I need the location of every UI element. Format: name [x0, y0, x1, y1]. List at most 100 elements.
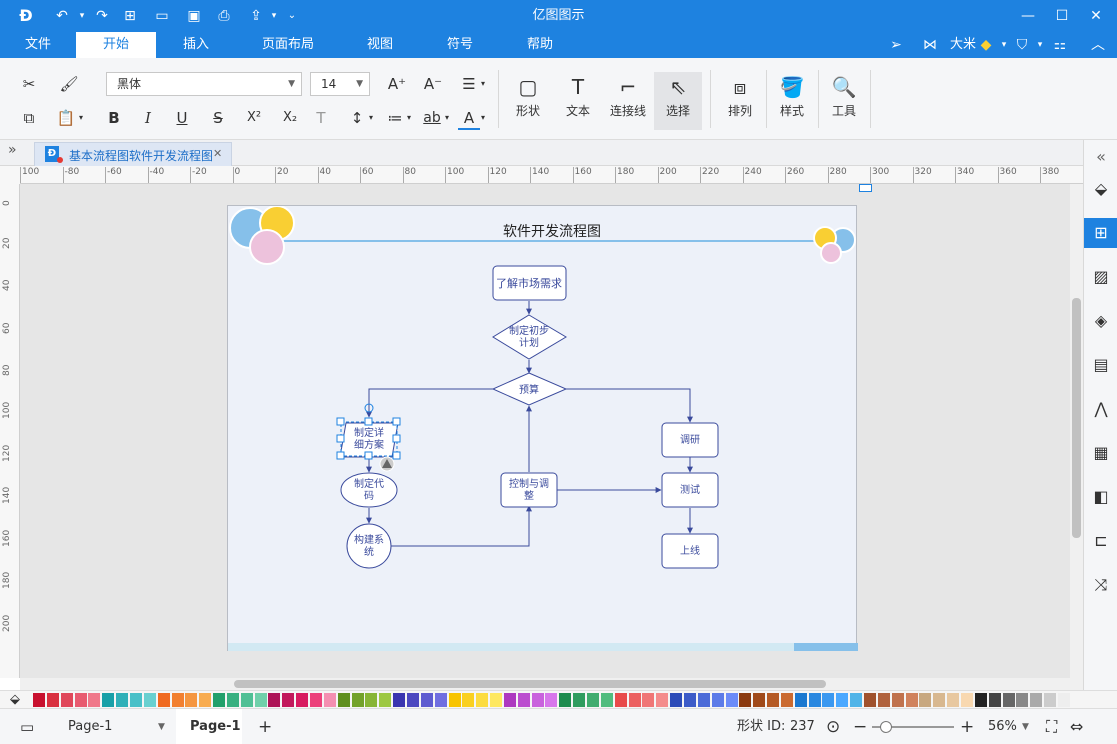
color-swatch[interactable]: [351, 693, 364, 707]
zoom-slider-thumb[interactable]: [880, 721, 892, 733]
color-swatch[interactable]: [947, 693, 960, 707]
apps-icon[interactable]: ⚏: [1050, 35, 1070, 55]
zoom-level[interactable]: 56%: [988, 709, 1017, 744]
color-swatch[interactable]: [919, 693, 932, 707]
color-swatch[interactable]: [199, 693, 212, 707]
skin-dropdown-icon[interactable]: ▾: [1030, 35, 1050, 55]
color-swatch[interactable]: [642, 693, 655, 707]
open-icon[interactable]: ▭: [152, 6, 172, 26]
color-swatch[interactable]: [46, 693, 59, 707]
color-swatch[interactable]: [310, 693, 322, 707]
paste-dropdown-icon[interactable]: ▾: [76, 108, 86, 128]
new-icon[interactable]: ⊞: [120, 6, 140, 26]
skin-icon[interactable]: ⛉: [1012, 35, 1032, 55]
fit-width-icon[interactable]: ⇔: [1070, 709, 1083, 744]
print-icon[interactable]: ⎙: [214, 6, 234, 26]
redo-icon[interactable]: ↷: [92, 6, 112, 26]
horizontal-scrollbar[interactable]: [20, 678, 1083, 690]
color-swatch[interactable]: [545, 693, 558, 707]
color-swatch[interactable]: [476, 693, 489, 707]
align-icon[interactable]: ☰: [458, 74, 480, 94]
diagram-page[interactable]: 软件开发流程图 了解市场需求 制定初步 计划 预算 制定详 细方案 制定代 码 …: [227, 205, 858, 651]
color-swatch[interactable]: [600, 693, 613, 707]
fill-icon[interactable]: ⬙: [1084, 174, 1117, 204]
page-resize-handle[interactable]: [859, 184, 872, 192]
color-swatch[interactable]: [379, 693, 392, 707]
strikethrough-button[interactable]: S: [208, 108, 228, 128]
zoom-out-button[interactable]: −: [853, 709, 867, 744]
page-select[interactable]: Page-1: [68, 709, 112, 744]
color-swatch[interactable]: [420, 693, 433, 707]
line-spacing-icon[interactable]: ↕: [346, 108, 368, 128]
color-swatch[interactable]: [1016, 693, 1029, 707]
color-swatch[interactable]: [254, 693, 267, 707]
color-swatch[interactable]: [462, 693, 475, 707]
color-swatch[interactable]: [587, 693, 599, 707]
superscript-button[interactable]: X²: [240, 108, 268, 128]
play-icon[interactable]: ⊙: [826, 709, 840, 744]
color-swatch[interactable]: [406, 693, 419, 707]
tools-button[interactable]: 🔍 工具: [820, 72, 868, 130]
color-swatch[interactable]: [240, 693, 253, 707]
connector-button[interactable]: ⌐ 连接线: [604, 72, 652, 130]
format-painter-icon[interactable]: 🖌: [58, 74, 80, 94]
color-swatch[interactable]: [88, 693, 101, 707]
list-dropdown-icon[interactable]: ▾: [404, 108, 414, 128]
chart-icon[interactable]: ⋀: [1084, 394, 1117, 424]
color-swatch[interactable]: [448, 693, 461, 707]
share-icon[interactable]: ⋈: [920, 35, 940, 55]
menu-home[interactable]: 开始: [76, 32, 156, 58]
color-swatch[interactable]: [296, 693, 309, 707]
menu-page-layout[interactable]: 页面布局: [254, 32, 322, 58]
font-name-select[interactable]: 黑体 ▼: [106, 72, 302, 96]
color-swatch[interactable]: [1030, 693, 1043, 707]
text-highlight-icon[interactable]: ab: [420, 108, 444, 128]
color-swatch[interactable]: [143, 693, 156, 707]
color-swatch[interactable]: [960, 693, 973, 707]
font-size-select[interactable]: 14 ▼: [310, 72, 370, 96]
line-spacing-dropdown-icon[interactable]: ▾: [366, 108, 376, 128]
color-swatch[interactable]: [933, 693, 946, 707]
page-select-dropdown-icon[interactable]: ▼: [158, 709, 165, 744]
expand-library-icon[interactable]: »: [8, 142, 17, 158]
color-swatch[interactable]: [767, 693, 780, 707]
shapes-icon[interactable]: ◧: [1084, 482, 1117, 512]
color-swatch[interactable]: [697, 693, 710, 707]
cut-icon[interactable]: ✂: [18, 74, 40, 94]
color-swatch[interactable]: [365, 693, 378, 707]
zoom-dropdown-icon[interactable]: ▼: [1022, 709, 1029, 744]
close-tab-icon[interactable]: ✕: [213, 147, 222, 160]
color-swatch[interactable]: [268, 693, 281, 707]
vertical-scroll-thumb[interactable]: [1072, 298, 1081, 538]
fill-bucket-icon[interactable]: ⬙: [10, 691, 20, 708]
table-icon[interactable]: ▦: [1084, 438, 1117, 468]
color-swatch[interactable]: [905, 693, 918, 707]
color-swatch[interactable]: [60, 693, 73, 707]
color-swatch[interactable]: [836, 693, 849, 707]
page-icon[interactable]: ▤: [1084, 350, 1117, 380]
color-swatch[interactable]: [850, 693, 863, 707]
color-swatch[interactable]: [877, 693, 890, 707]
menu-file[interactable]: 文件: [14, 32, 62, 58]
color-swatch[interactable]: [988, 693, 1001, 707]
color-swatch[interactable]: [33, 693, 45, 707]
export-dropdown-icon[interactable]: ▾: [264, 6, 284, 26]
color-swatch[interactable]: [1044, 693, 1057, 707]
shape-button[interactable]: ▢ 形状: [504, 72, 552, 130]
color-swatch[interactable]: [725, 693, 738, 707]
color-swatch[interactable]: [974, 693, 987, 707]
text-style-icon[interactable]: T: [310, 108, 332, 128]
color-swatch[interactable]: [670, 693, 683, 707]
collapse-ribbon-icon[interactable]: ︿: [1088, 35, 1108, 55]
color-swatch[interactable]: [531, 693, 544, 707]
bullet-list-icon[interactable]: ≔: [384, 108, 406, 128]
bold-button[interactable]: B: [104, 108, 124, 128]
select-button[interactable]: ⇖ 选择: [654, 72, 702, 130]
user-name[interactable]: 大米: [950, 32, 976, 58]
color-swatch[interactable]: [434, 693, 447, 707]
outline-icon[interactable]: ⊏: [1084, 526, 1117, 556]
page-panel-icon[interactable]: ▭: [20, 709, 34, 744]
color-swatch[interactable]: [753, 693, 766, 707]
color-swatch[interactable]: [628, 693, 641, 707]
color-swatch[interactable]: [1002, 693, 1015, 707]
